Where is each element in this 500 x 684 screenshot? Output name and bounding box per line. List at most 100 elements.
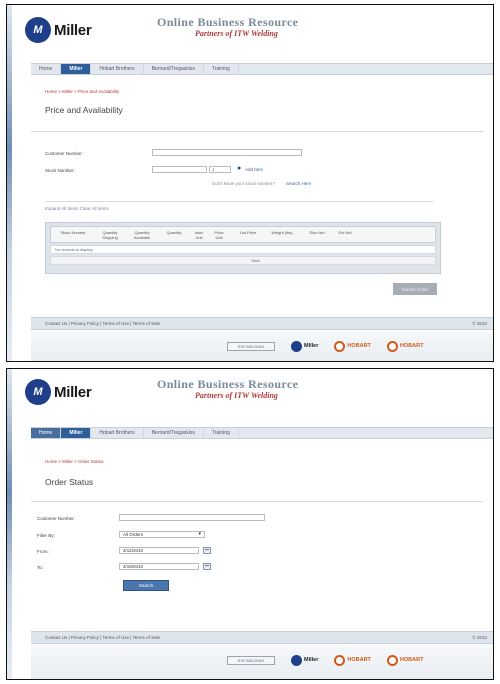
hobart-text: HOBART (347, 343, 371, 349)
customer-number-label: Customer Number: (37, 516, 76, 521)
nav-training[interactable]: Training (204, 64, 239, 74)
order-status-screenshot: M Miller Online Business Resource Partne… (6, 368, 494, 680)
nav-miller[interactable]: Miller (61, 64, 92, 74)
page-title: Price and Availability (45, 105, 123, 115)
miller-logo[interactable]: M Miller (25, 379, 92, 405)
itw-welding-logo[interactable]: ITW WELDING (227, 341, 275, 351)
miller-circle-icon (291, 654, 302, 666)
stock-number-label: Stock Number: (45, 168, 75, 173)
table-total-row: Total: (50, 256, 436, 265)
col-qty-available: Quantity Available (133, 230, 151, 240)
footer-logos: ITW WELDING Miller HOBART HOBART (227, 339, 423, 353)
hobart-text: HOBART (399, 657, 424, 663)
miller-footer-text: Miller (304, 657, 319, 663)
total-label: Total: (251, 258, 261, 263)
page-title: Order Status (45, 477, 94, 487)
from-label: From: (37, 549, 49, 554)
col-price-unit: Price Unit (214, 230, 224, 240)
window-edge (7, 5, 12, 361)
hobart-ring-icon (386, 340, 398, 352)
filter-by-value: All Orders (123, 532, 144, 537)
col-ext-net: Ext Net (338, 230, 352, 235)
to-label: To: (37, 565, 44, 570)
search-button[interactable]: Search (123, 580, 169, 591)
chevron-down-icon: ▾ (198, 531, 201, 537)
items-table: Stock Number Quantity Shipping Quantity … (45, 222, 441, 274)
col-quantity: Quantity (166, 230, 182, 235)
divider (45, 201, 433, 202)
add-item-link[interactable]: Add Item (245, 167, 263, 172)
nav-home[interactable]: Home (31, 64, 62, 74)
footer-links[interactable]: Contact Us | Privacy Policy | Terms of U… (45, 321, 160, 326)
nav-hobart-brothers[interactable]: Hobart Brothers (91, 64, 144, 74)
hobart-logo-2[interactable]: HOBART (386, 340, 424, 352)
nav-hobart-brothers[interactable]: Hobart Brothers (91, 428, 144, 438)
from-date-input[interactable]: 4/12/2010 (119, 547, 199, 554)
footer-links-bar: Contact Us | Privacy Policy | Terms of U… (31, 631, 493, 644)
nav-home[interactable]: Home (31, 428, 62, 438)
nav-training[interactable]: Training (204, 428, 239, 438)
add-item-icon[interactable]: ● (237, 165, 241, 172)
divider (31, 501, 483, 502)
window-edge (7, 369, 12, 679)
main-nav: Home Miller Hobart Brothers Bernard/Treg… (31, 63, 493, 75)
search-here-link[interactable]: Search Here (286, 181, 311, 186)
col-weight: Weight (lbs) (271, 230, 293, 235)
site-subtitle: Partners of ITW Welding (195, 29, 278, 38)
expand-clear-links[interactable]: Expand All Items Clear All Items (45, 206, 109, 211)
hobart-ring-icon (386, 654, 398, 666)
calendar-icon[interactable] (203, 563, 211, 570)
nav-bernard-tregaskiss[interactable]: Bernard/Tregaskiss (144, 428, 204, 438)
table-row: No records to display. (50, 245, 436, 254)
to-date-input[interactable]: 4/19/2010 (119, 563, 199, 570)
main-nav: Home Miller Hobart Brothers Bernard/Treg… (31, 427, 493, 439)
hobart-text: HOBART (399, 343, 424, 349)
hobart-logo[interactable]: HOBART (334, 654, 371, 666)
col-indiv-unit: Indiv Unit (194, 230, 204, 240)
filter-by-select[interactable]: All Orders ▾ (119, 531, 205, 538)
nav-bernard-tregaskiss[interactable]: Bernard/Tregaskiss (144, 64, 204, 74)
price-availability-screenshot: M Miller Online Business Resource Partne… (6, 4, 494, 362)
copyright: © 2010 (472, 635, 487, 640)
hobart-ring-icon (334, 654, 346, 666)
col-list-price: List Price (239, 230, 257, 235)
breadcrumb[interactable]: Home > Miller > Order Status (45, 459, 104, 464)
customer-number-input[interactable] (119, 514, 265, 521)
stock-hint: Don't know your stock number? (212, 181, 275, 186)
miller-logo[interactable]: M Miller (25, 17, 92, 43)
calendar-icon[interactable] (203, 547, 211, 554)
miller-logo-icon: M (25, 17, 51, 43)
filter-by-label: Filter By: (37, 533, 55, 538)
footer-links-bar: Contact Us | Privacy Policy | Terms of U… (31, 317, 493, 330)
customer-number-label: Customer Number: (45, 151, 84, 156)
col-disc-net: Disc Net (309, 230, 325, 235)
hobart-logo[interactable]: HOBART (334, 340, 371, 352)
customer-number-input[interactable] (152, 149, 302, 156)
nav-miller[interactable]: Miller (61, 428, 92, 438)
miller-footer-text: Miller (304, 343, 319, 349)
miller-footer-logo[interactable]: Miller (291, 340, 319, 352)
miller-logo-icon: M (25, 379, 51, 405)
hobart-text: HOBART (347, 657, 371, 663)
miller-circle-icon (291, 340, 302, 352)
stock-number-input[interactable] (152, 166, 207, 173)
site-title: Online Business Resource (157, 377, 299, 391)
breadcrumb[interactable]: Home > Miller > Price and Availability (45, 89, 119, 94)
miller-footer-logo[interactable]: Miller (291, 654, 319, 666)
hobart-logo-2[interactable]: HOBART (386, 654, 424, 666)
hobart-ring-icon (334, 340, 346, 352)
submit-order-button[interactable]: Submit Order (393, 283, 437, 295)
table-header: Stock Number Quantity Shipping Quantity … (50, 226, 436, 243)
miller-logo-text: Miller (54, 21, 92, 39)
col-qty-shipping: Quantity Shipping (102, 230, 118, 240)
itw-welding-logo[interactable]: ITW WELDING (227, 655, 275, 665)
site-subtitle: Partners of ITW Welding (195, 391, 278, 400)
footer-links[interactable]: Contact Us | Privacy Policy | Terms of U… (45, 635, 160, 640)
footer-logos: ITW WELDING Miller HOBART HOBART (227, 653, 423, 667)
site-title: Online Business Resource (157, 15, 299, 29)
copyright: © 2010 (472, 321, 487, 326)
col-stock-number: Stock Number (60, 230, 86, 235)
divider (31, 131, 483, 132)
miller-logo-text: Miller (54, 383, 92, 401)
quantity-input[interactable]: 1 (209, 166, 231, 173)
